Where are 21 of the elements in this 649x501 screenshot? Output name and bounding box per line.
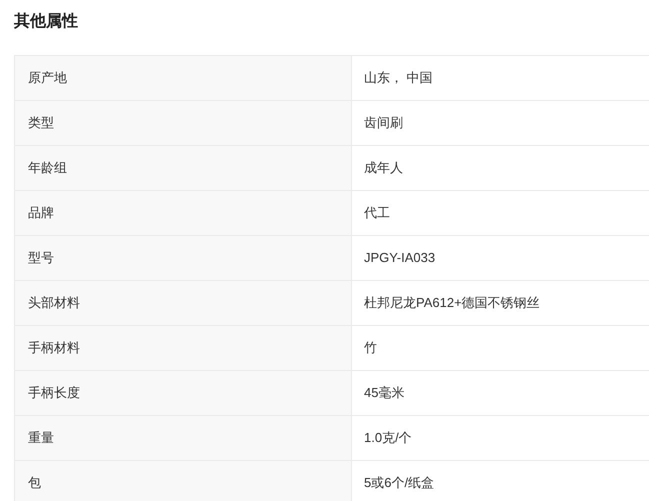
section-title: 其他属性	[14, 12, 78, 32]
value-cell-text: 5或6个/纸盒	[363, 474, 436, 492]
value-cell-text: JPGY-IA033	[363, 249, 436, 268]
value-cell-text: 代工	[363, 204, 391, 222]
label-cell: 品牌	[15, 191, 352, 235]
label-cell: 包	[15, 461, 352, 501]
label-cell: 手柄材料	[15, 326, 352, 370]
label-cell: 头部材料	[15, 281, 352, 325]
value-cell-text: 竹	[363, 339, 378, 358]
value-cell-text: 山东， 中国	[363, 69, 434, 88]
label-cell: 类型	[15, 101, 352, 145]
value-cell-text: 1.0克/个	[363, 429, 413, 448]
label-cell: 年龄组	[15, 146, 352, 190]
label-cell: 重量	[15, 416, 352, 460]
label-cell: 型号	[15, 236, 352, 280]
label-cell: 手柄长度	[15, 371, 352, 415]
value-cell-text: 45毫米	[363, 384, 406, 402]
label-cell: 原产地	[15, 56, 352, 100]
value-cell-text: 杜邦尼龙PA612+德国不锈钢丝	[363, 294, 541, 312]
value-cell-text: 成年人	[363, 159, 404, 178]
value-cell-text: 齿间刷	[363, 114, 404, 132]
